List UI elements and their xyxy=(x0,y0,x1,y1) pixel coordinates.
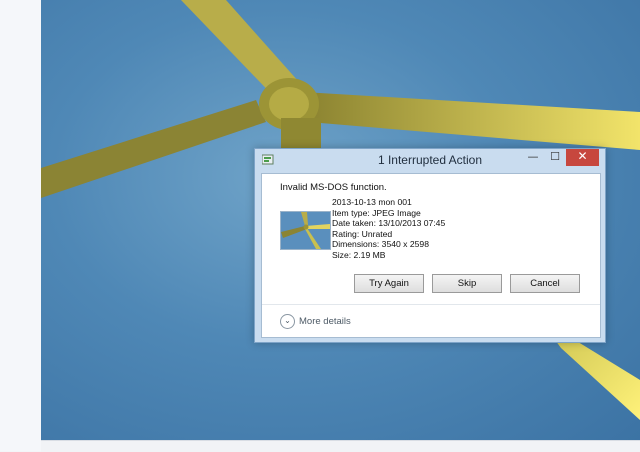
skip-button[interactable]: Skip xyxy=(432,274,502,293)
close-button[interactable]: ✕ xyxy=(566,149,599,166)
dialog-titlebar[interactable]: 1 Interrupted Action — ☐ ✕ xyxy=(255,149,605,172)
file-name: 2013-10-13 mon 001 xyxy=(332,197,412,207)
file-thumbnail xyxy=(280,211,331,250)
more-details-label: More details xyxy=(299,316,351,328)
file-rating: Rating: Unrated xyxy=(332,228,393,239)
dialog-body: Invalid MS-DOS function. 2013-10-13 mon … xyxy=(261,173,601,338)
file-size: Size: 2.19 MB xyxy=(332,249,386,260)
file-item-type: Item type: JPEG Image xyxy=(332,207,421,218)
file-date-taken: Date taken: 13/10/2013 07:45 xyxy=(332,218,446,229)
divider xyxy=(262,304,600,305)
cancel-button[interactable]: Cancel xyxy=(510,274,580,293)
file-dimensions: Dimensions: 3540 x 2598 xyxy=(332,239,429,250)
bottom-margin xyxy=(41,440,640,452)
interrupted-action-dialog: 1 Interrupted Action — ☐ ✕ Invalid MS-DO… xyxy=(254,148,606,343)
close-icon: ✕ xyxy=(577,149,588,163)
error-message: Invalid MS-DOS function. xyxy=(280,182,387,193)
maximize-button[interactable]: ☐ xyxy=(545,149,565,166)
more-details-toggle[interactable]: ⌄ More details xyxy=(280,314,351,330)
maximize-icon: ☐ xyxy=(550,150,560,163)
try-again-button[interactable]: Try Again xyxy=(354,274,424,293)
file-details: 2013-10-13 mon 001 Item type: JPEG Image… xyxy=(332,197,445,261)
left-margin xyxy=(0,0,41,451)
chevron-down-icon: ⌄ xyxy=(280,314,295,329)
minimize-icon: — xyxy=(527,150,539,163)
minimize-button[interactable]: — xyxy=(523,149,543,166)
